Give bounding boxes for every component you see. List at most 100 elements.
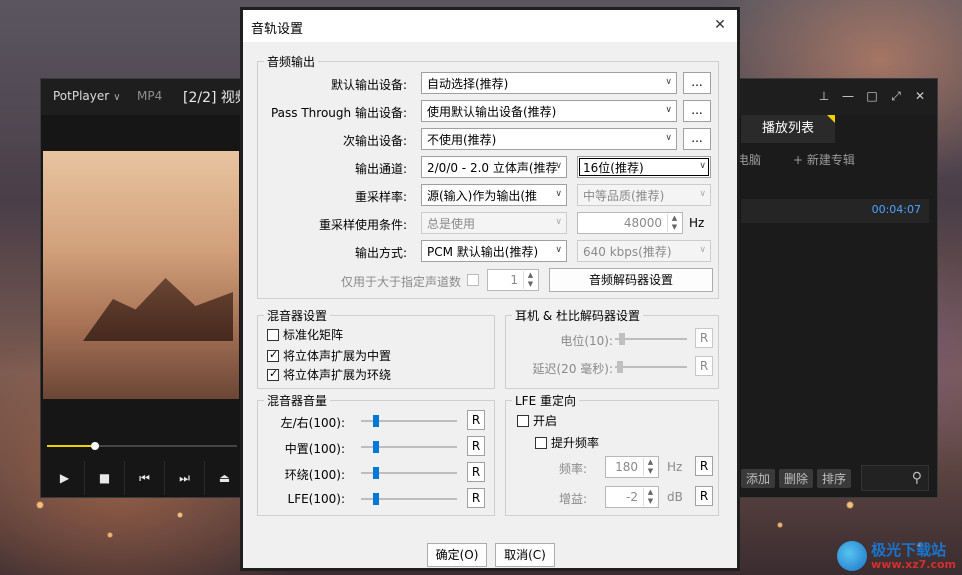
channel-count-spinner[interactable]: 1 ▲ ▼	[487, 269, 539, 291]
resample-rate-select[interactable]: 源(输入)作为输出(推 ∨	[421, 184, 567, 206]
minimize-icon[interactable]: —	[839, 87, 857, 105]
resample-condition-select[interactable]: 总是使用 ∨	[421, 212, 567, 234]
slider-thumb[interactable]	[373, 493, 379, 505]
checkbox-box[interactable]	[267, 348, 279, 362]
secondary-browse-button[interactable]: ...	[683, 128, 711, 150]
spinner-arrows-icon[interactable]: ▲ ▼	[667, 214, 681, 232]
lfe-gain-spinner[interactable]: -2 ▲ ▼	[605, 486, 659, 508]
stereo-to-center-checkbox[interactable]: 将立体声扩展为中置	[267, 347, 391, 364]
cancel-button[interactable]: 取消(C)	[495, 543, 555, 567]
fullscreen-icon[interactable]: ⤢	[887, 87, 905, 105]
center-volume-reset-button[interactable]: R	[467, 436, 485, 456]
spinner-value: 48000	[623, 216, 662, 230]
search-icon[interactable]: ⚲	[861, 465, 929, 491]
channel-threshold-label: 仅用于大于指定声道数	[340, 275, 461, 289]
checkbox-label: 提升频率	[551, 436, 600, 450]
lfe-volume-reset-button[interactable]: R	[467, 488, 485, 508]
brand-label: PotPlayer	[53, 89, 110, 103]
dialog-titlebar: 音轨设置 ✕	[243, 10, 737, 42]
resample-rate-label: 重采样率:	[354, 190, 407, 204]
output-channel-label: 输出通道:	[354, 162, 407, 176]
select-value: PCM 默认输出(推荐)	[427, 245, 539, 259]
hz-unit: Hz	[689, 216, 705, 230]
add-button[interactable]: 添加	[741, 469, 776, 488]
watermark-text: 极光下载站	[871, 540, 947, 559]
normalize-matrix-checkbox[interactable]: 标准化矩阵	[267, 326, 343, 343]
sample-rate-spinner[interactable]: 48000 ▲ ▼	[577, 212, 683, 234]
default-device-browse-button[interactable]: ...	[683, 72, 711, 94]
lfe-boost-checkbox[interactable]: 提升频率	[535, 434, 599, 451]
checkbox-label: 开启	[533, 414, 558, 428]
video-frame[interactable]	[43, 151, 239, 399]
lfe-gain-reset-button[interactable]: R	[695, 486, 713, 506]
surround-volume-reset-button[interactable]: R	[467, 462, 485, 482]
default-device-label: 默认输出设备:	[330, 78, 407, 92]
chevron-down-icon: ∨	[555, 189, 562, 199]
delay-reset-button[interactable]: R	[695, 356, 713, 376]
passthrough-device-select[interactable]: 使用默认输出设备(推荐) ∨	[421, 100, 677, 122]
lfe-enable-checkbox[interactable]: 开启	[517, 412, 557, 429]
slider-thumb[interactable]	[373, 467, 379, 479]
playlist-item[interactable]: 00:04:07	[741, 199, 929, 223]
next-icon[interactable]: ⏭	[165, 461, 205, 495]
chevron-down-icon: ∨	[555, 161, 562, 171]
resample-quality-select[interactable]: 中等品质(推荐) ∨	[577, 184, 711, 206]
lfe-volume-label: LFE(100):	[287, 492, 345, 506]
default-device-select[interactable]: 自动选择(推荐) ∨	[421, 72, 677, 94]
center-volume-slider[interactable]	[361, 441, 457, 453]
lfe-frequency-spinner[interactable]: 180 ▲ ▼	[605, 456, 659, 478]
sort-button[interactable]: 排序	[817, 469, 852, 488]
eject-icon[interactable]: ⏏	[205, 461, 245, 495]
delete-button[interactable]: 删除	[779, 469, 814, 488]
tab-playlist[interactable]: 播放列表	[741, 115, 835, 143]
maximize-icon[interactable]: □	[863, 87, 881, 105]
seek-knob[interactable]	[91, 442, 99, 450]
audio-decoder-settings-button[interactable]: 音频解码器设置	[549, 268, 713, 292]
output-mode-select[interactable]: PCM 默认输出(推荐) ∨	[421, 240, 567, 262]
close-icon[interactable]: ✕	[711, 16, 729, 34]
passthrough-browse-button[interactable]: ...	[683, 100, 711, 122]
spinner-arrows-icon[interactable]: ▲ ▼	[643, 458, 657, 476]
slider-thumb[interactable]	[373, 415, 379, 427]
checkbox-label: 标准化矩阵	[283, 328, 344, 342]
new-album-button[interactable]: + 新建专辑	[793, 151, 855, 168]
db-unit: dB	[667, 490, 683, 504]
slider-thumb[interactable]	[373, 441, 379, 453]
tab-computer[interactable]: 电脑	[737, 151, 761, 168]
close-icon[interactable]: ✕	[911, 87, 929, 105]
stop-icon[interactable]: ■	[85, 461, 125, 495]
pin-icon[interactable]: ⊥	[815, 87, 833, 105]
previous-icon[interactable]: ⏮	[125, 461, 165, 495]
left-right-volume-slider[interactable]	[361, 415, 457, 427]
play-icon[interactable]: ▶	[45, 461, 85, 495]
surround-volume-slider[interactable]	[361, 467, 457, 479]
delay-slider[interactable]	[615, 361, 687, 373]
headphone-dolby-group: 耳机 & 杜比解码器设置	[505, 307, 719, 389]
channel-threshold-checkbox[interactable]	[467, 274, 479, 286]
checkbox-box[interactable]	[267, 328, 279, 341]
secondary-device-label: 次输出设备:	[342, 134, 407, 148]
ok-button[interactable]: 确定(O)	[427, 543, 487, 567]
level-reset-button[interactable]: R	[695, 328, 713, 348]
select-value: 16位(推荐)	[583, 161, 644, 175]
spinner-arrows-icon[interactable]: ▲ ▼	[643, 488, 657, 506]
audio-settings-dialog: 音轨设置 ✕ 音频输出 默认输出设备: 自动选择(推荐) ∨ ... Pass T…	[240, 7, 740, 571]
checkbox-box[interactable]	[535, 436, 547, 449]
seek-bar[interactable]	[47, 442, 237, 450]
output-channel-select[interactable]: 2/0/0 - 2.0 立体声(推荐 ∨	[421, 156, 567, 178]
spinner-arrows-icon[interactable]: ▲ ▼	[523, 271, 537, 289]
lfe-volume-slider[interactable]	[361, 493, 457, 505]
checkbox-box[interactable]	[517, 414, 529, 427]
potplayer-menu-button[interactable]: PotPlayer ∨	[53, 89, 121, 103]
spinner-value: -2	[626, 490, 638, 504]
bitrate-select[interactable]: 640 kbps(推荐) ∨	[577, 240, 711, 262]
lfe-frequency-reset-button[interactable]: R	[695, 456, 713, 476]
checkbox-box[interactable]	[267, 367, 279, 381]
left-right-volume-reset-button[interactable]: R	[467, 410, 485, 430]
bit-depth-select[interactable]: 16位(推荐) ∨	[577, 156, 711, 178]
stereo-to-surround-checkbox[interactable]: 将立体声扩展为环绕	[267, 366, 391, 383]
lfe-frequency-label: 频率:	[558, 462, 587, 476]
level-slider[interactable]	[615, 333, 687, 345]
select-value: 源(输入)作为输出(推	[427, 189, 538, 203]
secondary-device-select[interactable]: 不使用(推荐) ∨	[421, 128, 677, 150]
